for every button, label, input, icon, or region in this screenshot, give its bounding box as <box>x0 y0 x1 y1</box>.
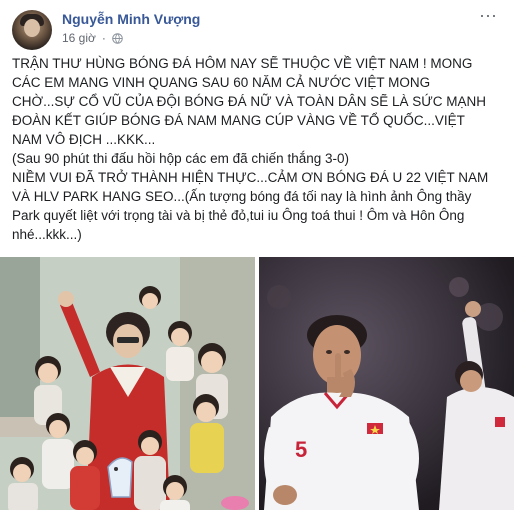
photo-group-children[interactable] <box>0 257 255 510</box>
post-text-line: (Sau 90 phút thi đấu hồi hộp các em đã c… <box>12 151 349 166</box>
dot-separator: · <box>101 31 106 45</box>
author-name[interactable]: Nguyễn Minh Vượng <box>62 11 200 27</box>
post-text-line: ĐOÀN KẾT GIÚP BÓNG ĐÁ NAM MANG CÚP VÀNG … <box>12 113 465 128</box>
photo-football-player[interactable]: 5 <box>259 257 514 510</box>
post-text-line: CHỜ...SỰ CỔ VŨ CỦA ĐỘI BÓNG ĐÁ NỮ VÀ TOÀ… <box>12 94 486 109</box>
photo-grid: 5 <box>0 257 514 510</box>
post-text-line: TRẬN THƯ HÙNG BÓNG ĐÁ HÔM NAY SẼ THUỘC V… <box>12 56 473 71</box>
post-header: Nguyễn Minh Vượng 16 giờ · ··· <box>12 6 502 50</box>
group-photo-illustration <box>0 257 255 510</box>
post-text: TRẬN THƯ HÙNG BÓNG ĐÁ HÔM NAY SẼ THUỘC V… <box>12 54 506 244</box>
post-text-line: NIỀM VUI ĐÃ TRỞ THÀNH HIỆN THỰC...CẢM ƠN… <box>12 170 489 185</box>
post-text-line: Park quyết liệt với trọng tài và bị thẻ … <box>12 208 465 223</box>
post-text-line: nhé...kkk...) <box>12 227 82 242</box>
post-meta: 16 giờ · <box>62 31 123 45</box>
post-text-line: CÁC EM MANG VINH QUANG SAU 60 NĂM CẢ NƯỚ… <box>12 75 431 90</box>
globe-icon[interactable] <box>112 32 123 44</box>
jersey-number: 5 <box>295 437 307 462</box>
post-text-line: NAM VÔ ĐỊCH ...KKK... <box>12 132 156 147</box>
football-player-illustration: 5 <box>259 257 514 510</box>
profile-avatar[interactable] <box>12 10 52 50</box>
more-options-icon[interactable]: ··· <box>476 6 500 26</box>
post-text-line: VÀ HLV PARK HANG SEO...(Ấn tượng bóng đá… <box>12 189 472 204</box>
facebook-post: Nguyễn Minh Vượng 16 giờ · ··· TRẬN THƯ … <box>0 0 514 510</box>
avatar-face <box>24 19 40 37</box>
post-timestamp[interactable]: 16 giờ <box>62 31 96 45</box>
